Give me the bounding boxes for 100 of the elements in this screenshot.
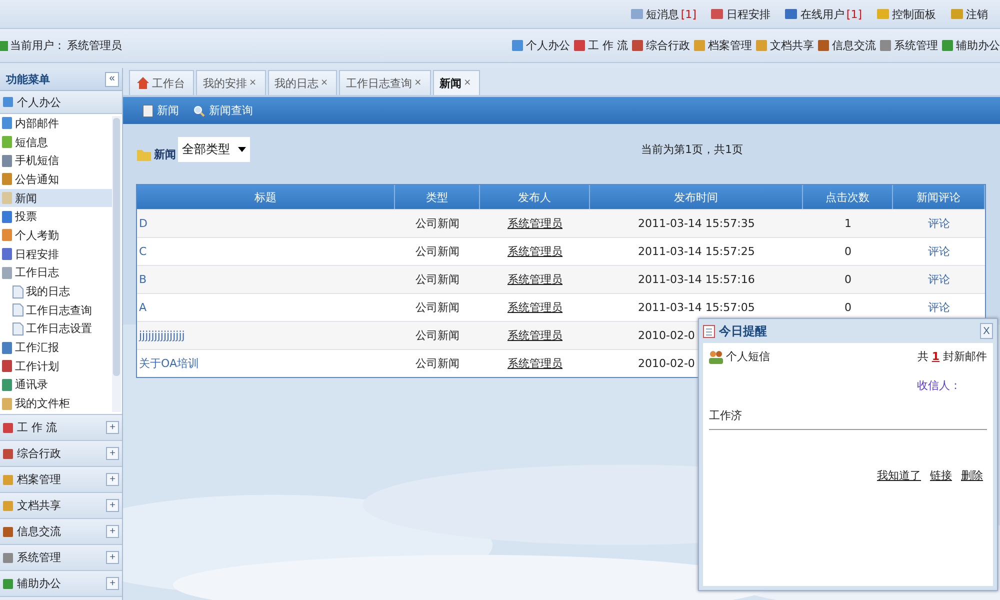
dialog-action-link[interactable]: 删除 bbox=[961, 468, 983, 483]
expand-button[interactable]: + bbox=[106, 473, 119, 486]
module-link[interactable]: 文档共享 bbox=[755, 38, 814, 53]
news-title-link[interactable]: C bbox=[139, 245, 147, 258]
collapse-button[interactable]: « bbox=[105, 72, 119, 86]
menu-subitem[interactable]: 工作日志查询 bbox=[0, 300, 112, 320]
close-button[interactable]: X bbox=[980, 323, 993, 339]
menu-section[interactable]: 个人办公 bbox=[0, 91, 122, 114]
section-icon bbox=[2, 500, 14, 512]
menu-item[interactable]: 工作汇报 bbox=[0, 338, 112, 357]
menu-item[interactable]: 通讯录 bbox=[0, 376, 112, 394]
menu-item[interactable]: 日程安排 bbox=[0, 244, 112, 264]
table-cell: 2011-03-14 15:57:25 bbox=[638, 245, 755, 258]
caret-icon bbox=[238, 146, 246, 152]
menu-subitem[interactable]: 我的日志 bbox=[0, 282, 112, 301]
menu-section[interactable]: 信息交流 + bbox=[0, 519, 122, 545]
module-link[interactable]: 系统管理 bbox=[879, 38, 938, 53]
menu-item[interactable]: 工作计划 bbox=[0, 356, 112, 376]
expand-button[interactable]: + bbox=[106, 577, 119, 590]
expand-button[interactable]: + bbox=[106, 551, 119, 564]
item-icon bbox=[1, 154, 13, 168]
expand-button[interactable]: + bbox=[106, 447, 119, 460]
menu-item[interactable]: 个人考勤 bbox=[0, 226, 112, 245]
table-cell: 0 bbox=[844, 273, 852, 286]
type-select[interactable]: 全部类型 bbox=[178, 136, 250, 162]
menu-item[interactable]: 手机短信 bbox=[0, 151, 112, 170]
dialog-action-link[interactable]: 链接 bbox=[930, 468, 952, 483]
module-link[interactable]: 信息交流 bbox=[817, 38, 876, 53]
expand-button[interactable]: + bbox=[106, 525, 119, 538]
menu-item[interactable]: 投票 bbox=[0, 207, 112, 226]
item-icon bbox=[1, 228, 13, 242]
module-link[interactable]: 档案管理 bbox=[693, 38, 752, 53]
publisher-link[interactable]: 系统管理员 bbox=[508, 300, 562, 315]
publisher-link[interactable]: 系统管理员 bbox=[508, 216, 562, 231]
item-icon bbox=[1, 378, 13, 392]
module-link[interactable]: 个人办公 bbox=[511, 38, 570, 53]
comment-link[interactable]: 评论 bbox=[928, 272, 950, 287]
comment-link[interactable]: 评论 bbox=[928, 300, 950, 315]
menu-section[interactable]: 综合行政 + bbox=[0, 441, 122, 467]
table-cell: 0 bbox=[844, 301, 852, 314]
news-title-link[interactable]: jjjjjjjjjjjjjjj bbox=[139, 329, 185, 342]
module-icon bbox=[879, 39, 892, 52]
table-cell: 公司新闻 bbox=[416, 356, 460, 371]
dialog-action-link[interactable]: 我知道了 bbox=[877, 468, 921, 483]
module-icon bbox=[631, 39, 644, 52]
menu-item[interactable]: 公告通知 bbox=[0, 170, 112, 189]
menu-item[interactable]: 新闻 bbox=[0, 188, 112, 208]
page-icon bbox=[12, 284, 24, 299]
section-label: 档案管理 bbox=[17, 472, 62, 487]
news-title-link[interactable]: B bbox=[139, 273, 147, 286]
section-icon bbox=[2, 552, 14, 564]
top-link[interactable]: 控制面板 bbox=[876, 6, 936, 22]
section-icon bbox=[2, 578, 14, 590]
sidebar-title: 功能菜单 bbox=[6, 72, 50, 86]
publisher-link[interactable]: 系统管理员 bbox=[508, 244, 562, 259]
top-link[interactable]: 在线用户 [1] bbox=[784, 6, 862, 22]
tab[interactable]: 工作台 bbox=[129, 70, 194, 95]
table-cell: 2011-03-14 15:57:35 bbox=[638, 217, 755, 230]
module-link[interactable]: 综合行政 bbox=[631, 38, 690, 53]
menu-section[interactable]: 档案管理 + bbox=[0, 467, 122, 493]
publisher-link[interactable]: 系统管理员 bbox=[508, 328, 562, 343]
home-icon bbox=[136, 76, 150, 90]
expand-button[interactable]: + bbox=[106, 499, 119, 512]
module-link[interactable]: 工 作 流 bbox=[573, 38, 628, 53]
menu-subitem[interactable]: 工作日志设置 bbox=[0, 320, 112, 338]
news-title-link[interactable]: D bbox=[139, 217, 148, 230]
top-link-icon bbox=[950, 7, 964, 21]
section-icon bbox=[2, 96, 14, 108]
publisher-link[interactable]: 系统管理员 bbox=[508, 272, 562, 287]
page-info: 当前为第1页，共1页 bbox=[641, 142, 743, 156]
top-link[interactable]: 日程安排 bbox=[710, 6, 770, 22]
toolbar-button[interactable]: 新闻 bbox=[143, 103, 179, 118]
toolbar-button[interactable]: 新闻查询 bbox=[193, 103, 253, 118]
top-link[interactable]: 注销 bbox=[950, 6, 988, 22]
top-link[interactable]: 短消息 [1] bbox=[630, 6, 696, 22]
menu-section[interactable]: 文档共享 + bbox=[0, 493, 122, 519]
news-title-link[interactable]: 关于OA培训 bbox=[139, 356, 199, 371]
comment-link[interactable]: 评论 bbox=[928, 244, 950, 259]
publisher-link[interactable]: 系统管理员 bbox=[508, 356, 562, 371]
module-link[interactable]: 辅助办公 bbox=[941, 38, 1000, 53]
current-user-name: 系统管理员 bbox=[67, 38, 122, 53]
item-icon bbox=[1, 116, 13, 130]
comment-link[interactable]: 评论 bbox=[928, 216, 950, 231]
item-icon bbox=[1, 172, 13, 186]
menu-item[interactable]: 我的文件柜 bbox=[0, 394, 112, 413]
news-title-link[interactable]: A bbox=[139, 301, 147, 314]
menu-section[interactable]: 系统管理 + bbox=[0, 545, 122, 571]
menu-item[interactable]: 短信息 bbox=[0, 132, 112, 152]
menu-section[interactable]: 辅助办公 + bbox=[0, 571, 122, 597]
scrollbar[interactable] bbox=[112, 116, 121, 412]
item-icon bbox=[1, 359, 13, 374]
item-icon bbox=[1, 247, 13, 262]
item-icon bbox=[1, 340, 13, 355]
table-cell: 公司新闻 bbox=[416, 300, 460, 315]
table-cell: 1 bbox=[844, 217, 852, 230]
count-prefix: 共 bbox=[917, 350, 928, 363]
expand-button[interactable]: + bbox=[106, 421, 119, 434]
menu-item[interactable]: 工作日志 bbox=[0, 264, 112, 282]
menu-section[interactable]: 工 作 流 + bbox=[0, 415, 122, 441]
menu-item[interactable]: 内部邮件 bbox=[0, 114, 112, 133]
